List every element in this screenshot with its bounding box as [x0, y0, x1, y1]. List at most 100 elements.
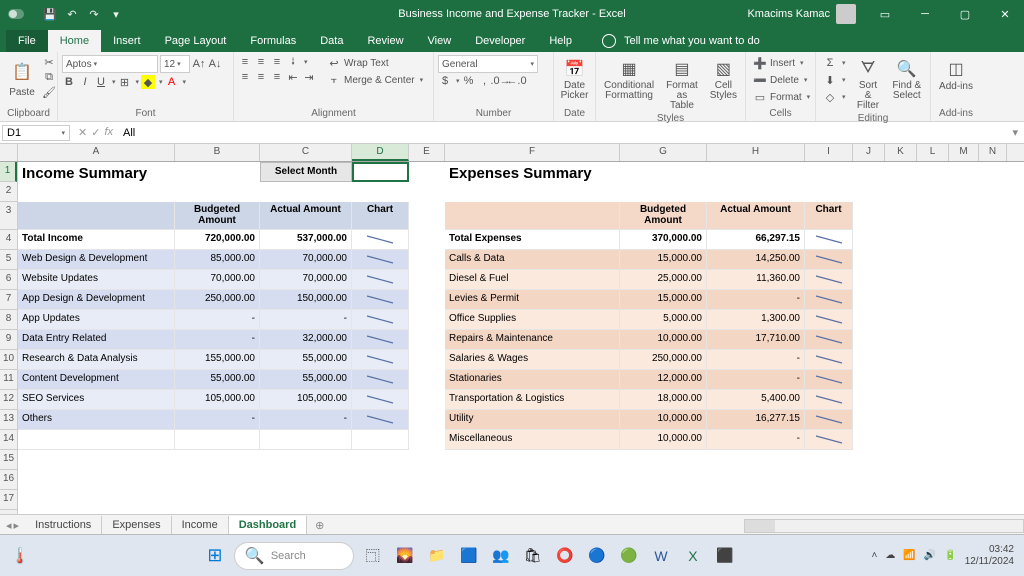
taskbar-app-2[interactable]: 🟦 — [456, 543, 482, 569]
exp-budget[interactable]: 250,000.00 — [620, 350, 707, 370]
delete-cells-button[interactable]: ➖Delete▾ — [750, 72, 810, 88]
row-header-11[interactable]: 11 — [0, 370, 17, 390]
increase-decimal-icon[interactable]: .0→ — [494, 74, 508, 88]
row-header-5[interactable]: 5 — [0, 250, 17, 270]
redo-icon[interactable]: ↷ — [84, 4, 104, 24]
tell-me-search[interactable]: Tell me what you want to do — [596, 30, 766, 52]
income-title[interactable]: Income Summary — [18, 162, 260, 182]
find-select-button[interactable]: 🔍Find & Select — [888, 55, 926, 103]
formula-expand-icon[interactable]: ▾ — [1012, 126, 1018, 139]
row-header-8[interactable]: 8 — [0, 310, 17, 330]
addins-button[interactable]: ◫Add-ins — [935, 55, 977, 94]
income-budget[interactable]: 155,000.00 — [175, 350, 260, 370]
decrease-decimal-icon[interactable]: ←.0 — [510, 74, 524, 88]
row-header-18[interactable]: 18 — [0, 510, 17, 514]
exp-actual[interactable]: 66,297.15 — [707, 230, 805, 250]
exp-budget[interactable]: 25,000.00 — [620, 270, 707, 290]
percent-icon[interactable]: % — [462, 74, 476, 88]
orientation-icon[interactable]: ⭭ — [286, 55, 300, 69]
col-header-J[interactable]: J — [853, 144, 885, 161]
income-row-label[interactable]: Others — [18, 410, 175, 430]
col-header-G[interactable]: G — [620, 144, 707, 161]
exp-row-label[interactable]: Diesel & Fuel — [445, 270, 620, 290]
merge-center-button[interactable]: ⫟Merge & Center▾ — [324, 72, 426, 88]
exp-actual[interactable]: 5,400.00 — [707, 390, 805, 410]
exp-budget[interactable]: 10,000.00 — [620, 430, 707, 450]
excel-icon[interactable]: X — [680, 543, 706, 569]
exp-row-label[interactable]: Utility — [445, 410, 620, 430]
income-actual[interactable]: 150,000.00 — [260, 290, 352, 310]
taskbar-search[interactable]: 🔍 Search — [234, 542, 354, 570]
income-actual[interactable]: 55,000.00 — [260, 370, 352, 390]
minimize-icon[interactable]: ─ — [906, 0, 944, 28]
exp-sparkline[interactable] — [805, 350, 853, 370]
exp-sparkline[interactable] — [805, 250, 853, 270]
income-header-budget[interactable]: BudgetedAmount — [175, 202, 260, 230]
exp-actual[interactable]: - — [707, 350, 805, 370]
sheet-tab-expenses[interactable]: Expenses — [102, 516, 171, 536]
income-budget[interactable]: 55,000.00 — [175, 370, 260, 390]
row-header-1[interactable]: 1 — [0, 162, 17, 182]
task-view-icon[interactable]: ⿹ — [360, 543, 386, 569]
income-sparkline[interactable] — [352, 230, 409, 250]
income-row-label[interactable]: App Updates — [18, 310, 175, 330]
chrome-icon[interactable]: 🟢 — [616, 543, 642, 569]
row-header-15[interactable]: 15 — [0, 450, 17, 470]
exp-row-label[interactable]: Office Supplies — [445, 310, 620, 330]
row-header-16[interactable]: 16 — [0, 470, 17, 490]
exp-sparkline[interactable] — [805, 290, 853, 310]
income-sparkline[interactable] — [352, 370, 409, 390]
exp-sparkline[interactable] — [805, 270, 853, 290]
col-header-E[interactable]: E — [409, 144, 445, 161]
number-format-combo[interactable]: General▾ — [438, 55, 538, 73]
exp-row-label[interactable]: Stationaries — [445, 370, 620, 390]
autosave-icon[interactable] — [6, 4, 26, 24]
exp-actual[interactable]: - — [707, 290, 805, 310]
income-actual[interactable]: 55,000.00 — [260, 350, 352, 370]
tab-data[interactable]: Data — [308, 30, 355, 52]
taskbar-clock[interactable]: 03:42 12/11/2024 — [965, 544, 1014, 568]
tray-icon-1[interactable]: ☁ — [885, 550, 895, 561]
align-bottom-icon[interactable]: ≡ — [270, 55, 284, 69]
cell-styles-button[interactable]: ▧Cell Styles — [706, 55, 741, 103]
fill-color-icon[interactable]: ◆ — [141, 75, 155, 89]
col-header-F[interactable]: F — [445, 144, 620, 161]
select-month-label[interactable]: Select Month — [260, 162, 352, 182]
income-actual[interactable]: 70,000.00 — [260, 270, 352, 290]
col-header-L[interactable]: L — [917, 144, 949, 161]
income-sparkline[interactable] — [352, 310, 409, 330]
cancel-formula-icon[interactable]: ✕ — [78, 126, 87, 139]
col-header-H[interactable]: H — [707, 144, 805, 161]
add-sheet-button[interactable]: ⊕ — [307, 516, 332, 535]
clear-button[interactable]: ◇▾ — [820, 89, 849, 105]
income-actual[interactable]: - — [260, 310, 352, 330]
row-header-6[interactable]: 6 — [0, 270, 17, 290]
copy-icon[interactable]: ⧉ — [42, 70, 56, 84]
row-header-14[interactable]: 14 — [0, 430, 17, 450]
exp-row-label[interactable]: Transportation & Logistics — [445, 390, 620, 410]
col-header-K[interactable]: K — [885, 144, 917, 161]
ribbon-options-icon[interactable]: ▭ — [866, 0, 904, 28]
enter-formula-icon[interactable]: ✓ — [91, 126, 100, 139]
cut-icon[interactable]: ✂ — [42, 55, 56, 69]
income-row-label[interactable]: Total Income — [18, 230, 175, 250]
tab-home[interactable]: Home — [48, 30, 101, 52]
edge-icon[interactable]: 🔵 — [584, 543, 610, 569]
exp-row-label[interactable]: Salaries & Wages — [445, 350, 620, 370]
income-header-actual[interactable]: Actual Amount — [260, 202, 352, 230]
tab-help[interactable]: Help — [537, 30, 584, 52]
income-budget[interactable]: 720,000.00 — [175, 230, 260, 250]
fill-button[interactable]: ⬇▾ — [820, 72, 849, 88]
close-icon[interactable]: ✕ — [986, 0, 1024, 28]
tab-view[interactable]: View — [416, 30, 464, 52]
currency-icon[interactable]: $ — [438, 74, 452, 88]
increase-indent-icon[interactable]: ⇥ — [302, 70, 316, 84]
name-box[interactable]: D1▾ — [2, 125, 70, 141]
expenses-title[interactable]: Expenses Summary — [445, 162, 805, 182]
col-header-D[interactable]: D — [352, 144, 409, 161]
exp-actual[interactable]: 14,250.00 — [707, 250, 805, 270]
col-header-C[interactable]: C — [260, 144, 352, 161]
sheet-next-icon[interactable]: ▸ — [14, 519, 20, 532]
income-row-label[interactable]: Data Entry Related — [18, 330, 175, 350]
exp-sparkline[interactable] — [805, 230, 853, 250]
